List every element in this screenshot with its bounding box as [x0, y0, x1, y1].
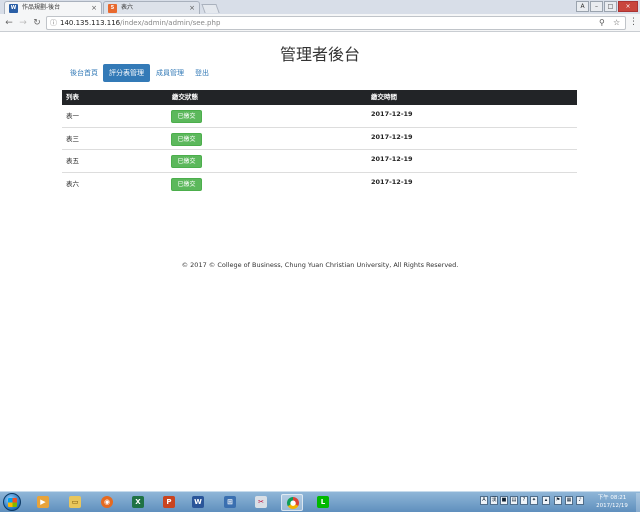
submitted-button[interactable]: 已繳交: [171, 177, 202, 191]
back-arrow-icon[interactable]: ←: [3, 17, 15, 29]
submitted-button[interactable]: 已繳交: [171, 110, 202, 123]
close-icon[interactable]: ×: [189, 2, 195, 14]
window-close-button[interactable]: ×: [618, 1, 638, 12]
network-icon[interactable]: ▦: [565, 496, 573, 505]
header-status: 繳交狀態: [172, 93, 198, 101]
tab-title: 作品規劃-後台: [22, 4, 61, 11]
page-info-icon[interactable]: ⓘ: [50, 17, 57, 29]
row-date: 2017-12-19: [371, 155, 413, 163]
taskbar: ▶ ▭ ◉ X P W ⊞ ✂ ● L A 漢 ■ ▤ ? ✦ ▴ ⚑ ▦ ♪ …: [0, 491, 640, 512]
tab-form-six[interactable]: 5 表六 ×: [103, 1, 200, 14]
reload-icon[interactable]: ↻: [31, 17, 43, 29]
url-path: /index/admin/admin/see.php: [120, 19, 221, 27]
tray-app-icon[interactable]: ▤: [510, 496, 518, 505]
table-row: 表一 已繳交 2017-12-19: [62, 105, 577, 128]
show-desktop-button[interactable]: [636, 493, 640, 512]
address-bar[interactable]: ⓘ 140.135.113.116/index/admin/admin/see.…: [46, 16, 626, 30]
flag-icon[interactable]: ⚑: [554, 496, 562, 505]
system-clock[interactable]: 下午 08:21 2017/12/19: [588, 494, 636, 510]
media-player-icon[interactable]: ▶: [32, 494, 54, 511]
row-date: 2017-12-19: [371, 177, 413, 186]
bar-chart-icon: W: [9, 4, 18, 13]
line-icon[interactable]: L: [312, 494, 334, 511]
row-date: 2017-12-19: [371, 110, 413, 118]
windows-logo-icon: [8, 498, 17, 507]
tab-title: 表六: [121, 4, 134, 11]
header-time: 繳交時間: [371, 93, 397, 101]
tab-admin[interactable]: W 作品規劃-後台 ×: [4, 1, 102, 14]
zoom-search-icon[interactable]: ⚲: [599, 17, 605, 29]
table-header: 列表 繳交狀態 繳交時間: [62, 90, 577, 105]
volume-icon[interactable]: ♪: [576, 496, 584, 505]
bookmark-star-icon[interactable]: ☆: [613, 17, 620, 29]
submitted-button[interactable]: 已繳交: [171, 155, 202, 168]
row-name: 表三: [66, 134, 79, 143]
nav-item-member-management[interactable]: 成員管理: [150, 64, 190, 82]
nav-item-scoresheet-management[interactable]: 評分表管理: [103, 64, 150, 82]
maximize-button[interactable]: □: [604, 1, 617, 12]
table-row: 表六 已繳交 2017-12-19: [62, 173, 577, 196]
nav-item-dashboard[interactable]: 後台首頁: [64, 64, 104, 82]
new-tab-button[interactable]: [201, 4, 220, 13]
header-list: 列表: [66, 93, 79, 101]
row-date: 2017-12-19: [371, 132, 413, 141]
user-profile-button[interactable]: A: [576, 1, 589, 12]
page-title: 管理者後台: [279, 45, 360, 64]
row-name: 表一: [66, 112, 79, 120]
excel-icon[interactable]: X: [127, 494, 149, 511]
settings-icon[interactable]: ✦: [530, 496, 538, 505]
paint-tool-icon[interactable]: ✂: [250, 494, 272, 511]
table-row: 表三 已繳交 2017-12-19: [62, 128, 577, 150]
start-button[interactable]: [3, 493, 21, 511]
html-icon: 5: [108, 4, 117, 13]
clock-date: 2017/12/19: [596, 503, 628, 509]
network-tool-icon[interactable]: ⊞: [219, 494, 241, 511]
table-row: 表五 已繳交 2017-12-19: [62, 150, 577, 173]
powerpoint-icon[interactable]: P: [158, 494, 180, 511]
row-name: 表五: [66, 157, 79, 165]
forward-arrow-icon[interactable]: →: [17, 17, 29, 29]
url-host: 140.135.113.116: [60, 19, 121, 27]
word-icon[interactable]: W: [187, 494, 209, 511]
submission-table: 列表 繳交狀態 繳交時間 表一 已繳交 2017-12-19 表三 已繳交 20…: [62, 90, 577, 195]
nav-item-logout[interactable]: 登出: [189, 64, 215, 82]
tab-strip: W 作品規劃-後台 × 5 表六 × A – □ ×: [0, 0, 640, 14]
clock-time: 下午 08:21: [597, 495, 627, 501]
close-icon[interactable]: ×: [91, 2, 97, 14]
firefox-icon[interactable]: ◉: [96, 494, 118, 511]
footer-copyright: © 2017 © College of Business, Chung Yuan…: [181, 261, 459, 269]
chrome-icon[interactable]: ●: [281, 494, 303, 511]
browser-toolbar: ← → ↻ ⓘ 140.135.113.116/index/admin/admi…: [0, 14, 640, 32]
show-hidden-icon[interactable]: ▴: [542, 496, 550, 505]
help-icon[interactable]: ?: [520, 496, 528, 505]
file-explorer-icon[interactable]: ▭: [64, 494, 86, 511]
tray-app-icon[interactable]: ■: [500, 496, 508, 505]
menu-icon[interactable]: ⋮: [629, 17, 638, 27]
ime-icon[interactable]: 漢: [490, 496, 498, 505]
tray-app-icon[interactable]: A: [480, 496, 488, 505]
submitted-button[interactable]: 已繳交: [171, 132, 202, 146]
minimize-button[interactable]: –: [590, 1, 603, 12]
row-name: 表六: [66, 179, 79, 188]
